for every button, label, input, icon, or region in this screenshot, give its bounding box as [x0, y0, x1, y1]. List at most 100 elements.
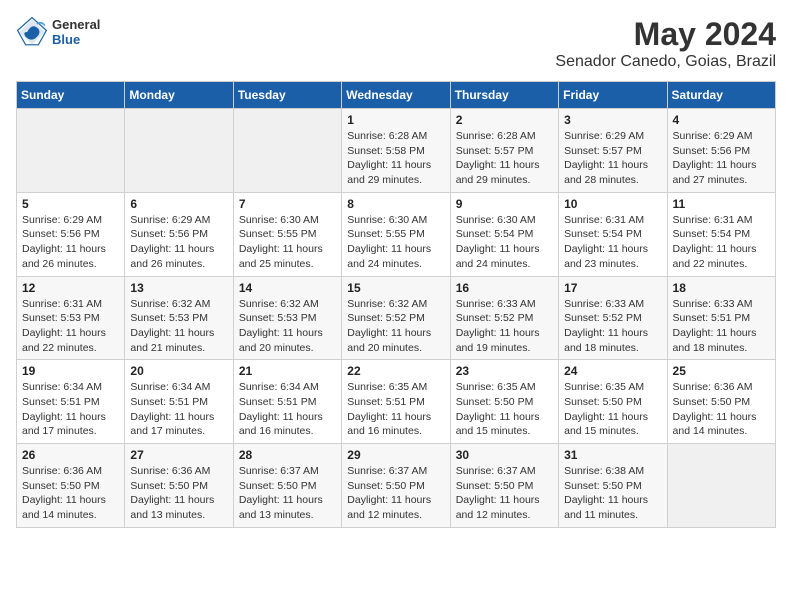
day-info: Sunrise: 6:33 AM Sunset: 5:52 PM Dayligh…	[564, 297, 661, 356]
calendar-cell: 7 Sunrise: 6:30 AM Sunset: 5:55 PM Daylig…	[233, 192, 341, 276]
calendar-cell: 3 Sunrise: 6:29 AM Sunset: 5:57 PM Daylig…	[559, 109, 667, 193]
day-number: 6	[130, 197, 227, 211]
day-number: 1	[347, 113, 444, 127]
calendar-cell: 25 Sunrise: 6:36 AM Sunset: 5:50 PM Dayli…	[667, 360, 775, 444]
day-info: Sunrise: 6:35 AM Sunset: 5:51 PM Dayligh…	[347, 380, 444, 439]
day-info: Sunrise: 6:37 AM Sunset: 5:50 PM Dayligh…	[347, 464, 444, 523]
day-info: Sunrise: 6:37 AM Sunset: 5:50 PM Dayligh…	[456, 464, 553, 523]
day-number: 30	[456, 448, 553, 462]
calendar-weekday-monday: Monday	[125, 82, 233, 109]
page-header: General Blue May 2024 Senador Canedo, Go…	[16, 16, 776, 71]
day-number: 20	[130, 364, 227, 378]
calendar-week-1: 1 Sunrise: 6:28 AM Sunset: 5:58 PM Daylig…	[17, 109, 776, 193]
day-number: 15	[347, 281, 444, 295]
day-number: 29	[347, 448, 444, 462]
day-number: 7	[239, 197, 336, 211]
calendar-week-4: 19 Sunrise: 6:34 AM Sunset: 5:51 PM Dayli…	[17, 360, 776, 444]
calendar-cell: 21Sunrise: 6:34 AM Sunset: 5:51 PM Dayli…	[233, 360, 341, 444]
logo-text: General Blue	[52, 17, 100, 47]
day-number: 17	[564, 281, 661, 295]
day-info: Sunrise: 6:30 AM Sunset: 5:55 PM Dayligh…	[239, 213, 336, 272]
calendar-cell: 8Sunrise: 6:30 AM Sunset: 5:55 PM Daylig…	[342, 192, 450, 276]
day-info: Sunrise: 6:31 AM Sunset: 5:54 PM Dayligh…	[673, 213, 770, 272]
day-number: 16	[456, 281, 553, 295]
calendar-cell: 6Sunrise: 6:29 AM Sunset: 5:56 PM Daylig…	[125, 192, 233, 276]
calendar-header-row: SundayMondayTuesdayWednesdayThursdayFrid…	[17, 82, 776, 109]
day-info: Sunrise: 6:36 AM Sunset: 5:50 PM Dayligh…	[130, 464, 227, 523]
day-info: Sunrise: 6:31 AM Sunset: 5:53 PM Dayligh…	[22, 297, 119, 356]
day-number: 3	[564, 113, 661, 127]
day-number: 18	[673, 281, 770, 295]
logo: General Blue	[16, 16, 100, 48]
calendar-weekday-thursday: Thursday	[450, 82, 558, 109]
calendar-cell: 24Sunrise: 6:35 AM Sunset: 5:50 PM Dayli…	[559, 360, 667, 444]
calendar-cell: 26 Sunrise: 6:36 AM Sunset: 5:50 PM Dayli…	[17, 444, 125, 528]
day-number: 12	[22, 281, 119, 295]
day-number: 10	[564, 197, 661, 211]
calendar-cell: 27Sunrise: 6:36 AM Sunset: 5:50 PM Dayli…	[125, 444, 233, 528]
calendar-cell: 13 Sunrise: 6:32 AM Sunset: 5:53 PM Dayli…	[125, 276, 233, 360]
day-info: Sunrise: 6:38 AM Sunset: 5:50 PM Dayligh…	[564, 464, 661, 523]
calendar-cell: 19 Sunrise: 6:34 AM Sunset: 5:51 PM Dayli…	[17, 360, 125, 444]
calendar-cell: 28Sunrise: 6:37 AM Sunset: 5:50 PM Dayli…	[233, 444, 341, 528]
day-number: 23	[456, 364, 553, 378]
day-number: 19	[22, 364, 119, 378]
day-number: 13	[130, 281, 227, 295]
day-info: Sunrise: 6:31 AM Sunset: 5:54 PM Dayligh…	[564, 213, 661, 272]
calendar-weekday-tuesday: Tuesday	[233, 82, 341, 109]
day-info: Sunrise: 6:36 AM Sunset: 5:50 PM Dayligh…	[673, 380, 770, 439]
calendar-cell: 2Sunrise: 6:28 AM Sunset: 5:57 PM Daylig…	[450, 109, 558, 193]
day-number: 26	[22, 448, 119, 462]
day-info: Sunrise: 6:29 AM Sunset: 5:56 PM Dayligh…	[673, 129, 770, 188]
day-info: Sunrise: 6:32 AM Sunset: 5:53 PM Dayligh…	[130, 297, 227, 356]
calendar-cell: 9 Sunrise: 6:30 AM Sunset: 5:54 PM Daylig…	[450, 192, 558, 276]
day-info: Sunrise: 6:33 AM Sunset: 5:51 PM Dayligh…	[673, 297, 770, 356]
calendar-cell: 18 Sunrise: 6:33 AM Sunset: 5:51 PM Dayli…	[667, 276, 775, 360]
calendar-cell: 14 Sunrise: 6:32 AM Sunset: 5:53 PM Dayli…	[233, 276, 341, 360]
day-number: 14	[239, 281, 336, 295]
calendar-cell: 4 Sunrise: 6:29 AM Sunset: 5:56 PM Daylig…	[667, 109, 775, 193]
calendar-cell: 5 Sunrise: 6:29 AM Sunset: 5:56 PM Daylig…	[17, 192, 125, 276]
calendar-weekday-saturday: Saturday	[667, 82, 775, 109]
calendar-cell: 31Sunrise: 6:38 AM Sunset: 5:50 PM Dayli…	[559, 444, 667, 528]
day-info: Sunrise: 6:36 AM Sunset: 5:50 PM Dayligh…	[22, 464, 119, 523]
day-info: Sunrise: 6:28 AM Sunset: 5:57 PM Dayligh…	[456, 129, 553, 188]
calendar-cell: 20 Sunrise: 6:34 AM Sunset: 5:51 PM Dayli…	[125, 360, 233, 444]
calendar-week-5: 26 Sunrise: 6:36 AM Sunset: 5:50 PM Dayli…	[17, 444, 776, 528]
day-info: Sunrise: 6:34 AM Sunset: 5:51 PM Dayligh…	[130, 380, 227, 439]
day-info: Sunrise: 6:29 AM Sunset: 5:57 PM Dayligh…	[564, 129, 661, 188]
day-info: Sunrise: 6:35 AM Sunset: 5:50 PM Dayligh…	[564, 380, 661, 439]
day-info: Sunrise: 6:32 AM Sunset: 5:52 PM Dayligh…	[347, 297, 444, 356]
page-title: May 2024	[555, 16, 776, 53]
day-number: 22	[347, 364, 444, 378]
day-number: 9	[456, 197, 553, 211]
page-subtitle: Senador Canedo, Goias, Brazil	[555, 53, 776, 71]
day-number: 25	[673, 364, 770, 378]
calendar-weekday-sunday: Sunday	[17, 82, 125, 109]
day-info: Sunrise: 6:29 AM Sunset: 5:56 PM Dayligh…	[22, 213, 119, 272]
day-number: 4	[673, 113, 770, 127]
calendar-cell: 15 Sunrise: 6:32 AM Sunset: 5:52 PM Dayli…	[342, 276, 450, 360]
day-info: Sunrise: 6:32 AM Sunset: 5:53 PM Dayligh…	[239, 297, 336, 356]
calendar-cell: 30 Sunrise: 6:37 AM Sunset: 5:50 PM Dayli…	[450, 444, 558, 528]
day-info: Sunrise: 6:35 AM Sunset: 5:50 PM Dayligh…	[456, 380, 553, 439]
logo-blue: Blue	[52, 32, 100, 47]
calendar-cell: 17 Sunrise: 6:33 AM Sunset: 5:52 PM Dayli…	[559, 276, 667, 360]
calendar-week-2: 5 Sunrise: 6:29 AM Sunset: 5:56 PM Daylig…	[17, 192, 776, 276]
day-info: Sunrise: 6:34 AM Sunset: 5:51 PM Dayligh…	[22, 380, 119, 439]
calendar-cell: 10 Sunrise: 6:31 AM Sunset: 5:54 PM Dayli…	[559, 192, 667, 276]
day-number: 11	[673, 197, 770, 211]
calendar-cell: 16 Sunrise: 6:33 AM Sunset: 5:52 PM Dayli…	[450, 276, 558, 360]
day-info: Sunrise: 6:28 AM Sunset: 5:58 PM Dayligh…	[347, 129, 444, 188]
day-info: Sunrise: 6:30 AM Sunset: 5:54 PM Dayligh…	[456, 213, 553, 272]
calendar-cell	[667, 444, 775, 528]
calendar-cell	[125, 109, 233, 193]
calendar-cell: 11 Sunrise: 6:31 AM Sunset: 5:54 PM Dayli…	[667, 192, 775, 276]
day-number: 8	[347, 197, 444, 211]
day-number: 28	[239, 448, 336, 462]
day-number: 5	[22, 197, 119, 211]
day-info: Sunrise: 6:33 AM Sunset: 5:52 PM Dayligh…	[456, 297, 553, 356]
calendar-cell	[17, 109, 125, 193]
calendar-cell	[233, 109, 341, 193]
calendar-week-3: 12 Sunrise: 6:31 AM Sunset: 5:53 PM Dayli…	[17, 276, 776, 360]
